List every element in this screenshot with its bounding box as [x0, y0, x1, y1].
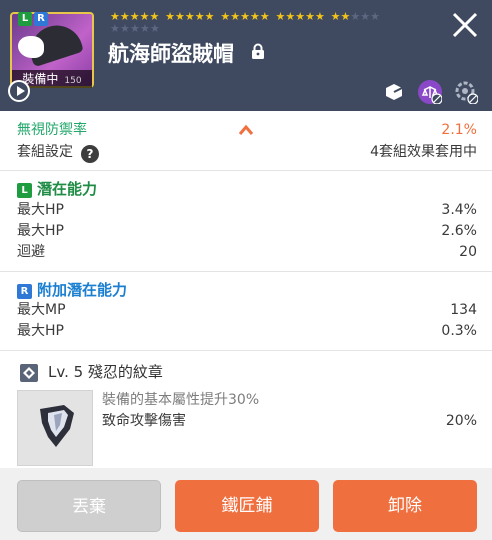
play-icon[interactable]: [8, 80, 30, 102]
disabled-settings-icon[interactable]: [454, 80, 478, 104]
star-filled-icon: ★: [340, 10, 351, 23]
star-filled-icon: ★: [295, 10, 306, 23]
item-level-small: 150: [64, 76, 82, 86]
star-empty-icon: ★: [110, 22, 120, 35]
star-filled-icon: ★: [204, 10, 215, 23]
emblem-axe-icon: [40, 405, 74, 447]
emblem-stat-value: 20%: [445, 413, 477, 429]
emblem-desc: 裝備的基本屬性提升30%: [102, 392, 260, 408]
unequip-button[interactable]: 卸除: [333, 480, 477, 532]
star-filled-icon: ★: [194, 10, 205, 23]
item-name: 航海師盜賊帽: [108, 42, 234, 66]
potential-line: 最大HP 2.6%: [17, 221, 477, 242]
star-filled-icon: ★: [165, 10, 176, 23]
lock-icon: [252, 43, 264, 59]
star-empty-icon: ★: [360, 10, 371, 23]
additional-potential-line-label: 最大HP: [17, 323, 64, 339]
star-empty-icon: ★: [120, 22, 130, 35]
star-filled-icon: ★: [285, 10, 296, 23]
emblem-diamond-icon: [20, 364, 38, 382]
star-filled-icon: ★: [249, 10, 260, 23]
star-filled-icon: ★: [314, 10, 325, 23]
set-effect-row: 套組設定? 4套組效果套用中: [17, 142, 477, 163]
emblem-stat-row: 致命攻擊傷害 20%: [102, 411, 477, 432]
potential-line-value: 20: [459, 244, 477, 260]
additional-potential-line: 最大HP 0.3%: [17, 321, 477, 342]
feather-graphic: [18, 36, 44, 58]
star-empty-icon: ★: [150, 22, 160, 35]
compare-icon[interactable]: [418, 80, 442, 104]
action-footer: 丟棄 鐵匠鋪 卸除: [0, 468, 492, 540]
star-filled-icon: ★: [149, 10, 160, 23]
additional-potential-line: 最大MP 134: [17, 300, 477, 321]
star-filled-icon: ★: [184, 10, 195, 23]
additional-potential-line-label: 最大MP: [17, 302, 66, 318]
star-filled-icon: ★: [230, 10, 241, 23]
potential-badge-l: L: [18, 12, 32, 26]
set-value: 4套組效果套用中: [370, 144, 477, 160]
set-label-wrap: 套組設定?: [17, 142, 99, 163]
star-empty-icon: ★: [130, 22, 140, 35]
potential-line: 最大HP 3.4%: [17, 200, 477, 221]
collapse-chevron-up-icon[interactable]: [238, 124, 254, 136]
additional-potential-title: R 附加潛在能力: [17, 280, 127, 300]
star-filled-icon: ★: [259, 10, 270, 23]
divider: [0, 271, 492, 272]
potential-l-badge: L: [17, 183, 32, 198]
star-filled-icon: ★: [139, 10, 150, 23]
potential-line-label: 迴避: [17, 244, 45, 260]
star-filled-icon: ★: [175, 10, 185, 23]
star-filled-icon: ★: [305, 10, 315, 23]
additional-potential-line-value: 134: [450, 302, 477, 318]
star-empty-icon: ★: [140, 22, 150, 35]
star-filled-icon: ★: [330, 10, 341, 23]
potential-line: 迴避 20: [17, 242, 477, 263]
blacksmith-button[interactable]: 鐵匠鋪: [175, 480, 319, 532]
star-filled-icon: ★: [275, 10, 286, 23]
divider: [0, 350, 492, 351]
ignore-defense-label: 無視防禦率: [17, 122, 87, 138]
star-filled-icon: ★: [110, 10, 120, 23]
star-empty-icon: ★: [370, 10, 380, 23]
potential-title: L 潛在能力: [17, 179, 97, 199]
potential-line-value: 2.6%: [441, 223, 477, 239]
additional-potential-line-value: 0.3%: [441, 323, 477, 339]
potential-line-value: 3.4%: [441, 202, 477, 218]
discard-button[interactable]: 丟棄: [17, 480, 161, 532]
additional-potential-r-badge: R: [17, 284, 32, 299]
potential-line-label: 最大HP: [17, 223, 64, 239]
potential-badge-r: R: [34, 12, 48, 26]
emblem-image: [17, 390, 93, 466]
export-icon[interactable]: [382, 80, 406, 104]
star-filled-icon: ★: [119, 10, 130, 23]
emblem-title: Lv. 5 殘忍的紋章: [48, 363, 163, 381]
star-filled-icon: ★: [240, 10, 250, 23]
set-label: 套組設定: [17, 144, 73, 160]
divider: [0, 170, 492, 171]
additional-potential-title-text: 附加潛在能力: [37, 281, 128, 299]
star-force-display: ★ ★ ★ ★ ★ ★ ★ ★ ★ ★ ★ ★ ★ ★ ★ ★ ★ ★ ★ ★ ★ ★ ★ ★ ★ ★ ★ ★ ★ ★: [110, 10, 380, 36]
star-row-2: ★ ★ ★ ★ ★: [110, 22, 380, 36]
star-empty-icon: ★: [350, 10, 361, 23]
item-header: L R 裝備中 150 ★ ★ ★ ★ ★ ★ ★ ★ ★ ★ ★ ★ ★ ★ ★ ★ ★ ★ ★ ★ ★ ★ ★ ★ ★ ★ ★ ★…: [0, 0, 492, 111]
star-filled-icon: ★: [129, 10, 140, 23]
help-icon[interactable]: ?: [81, 145, 99, 163]
star-filled-icon: ★: [220, 10, 231, 23]
potential-title-text: 潛在能力: [37, 180, 98, 198]
close-icon[interactable]: [452, 12, 478, 38]
emblem-stat-label: 致命攻擊傷害: [102, 413, 186, 429]
potential-line-label: 最大HP: [17, 202, 64, 218]
ignore-defense-value: 2.1%: [441, 122, 477, 138]
